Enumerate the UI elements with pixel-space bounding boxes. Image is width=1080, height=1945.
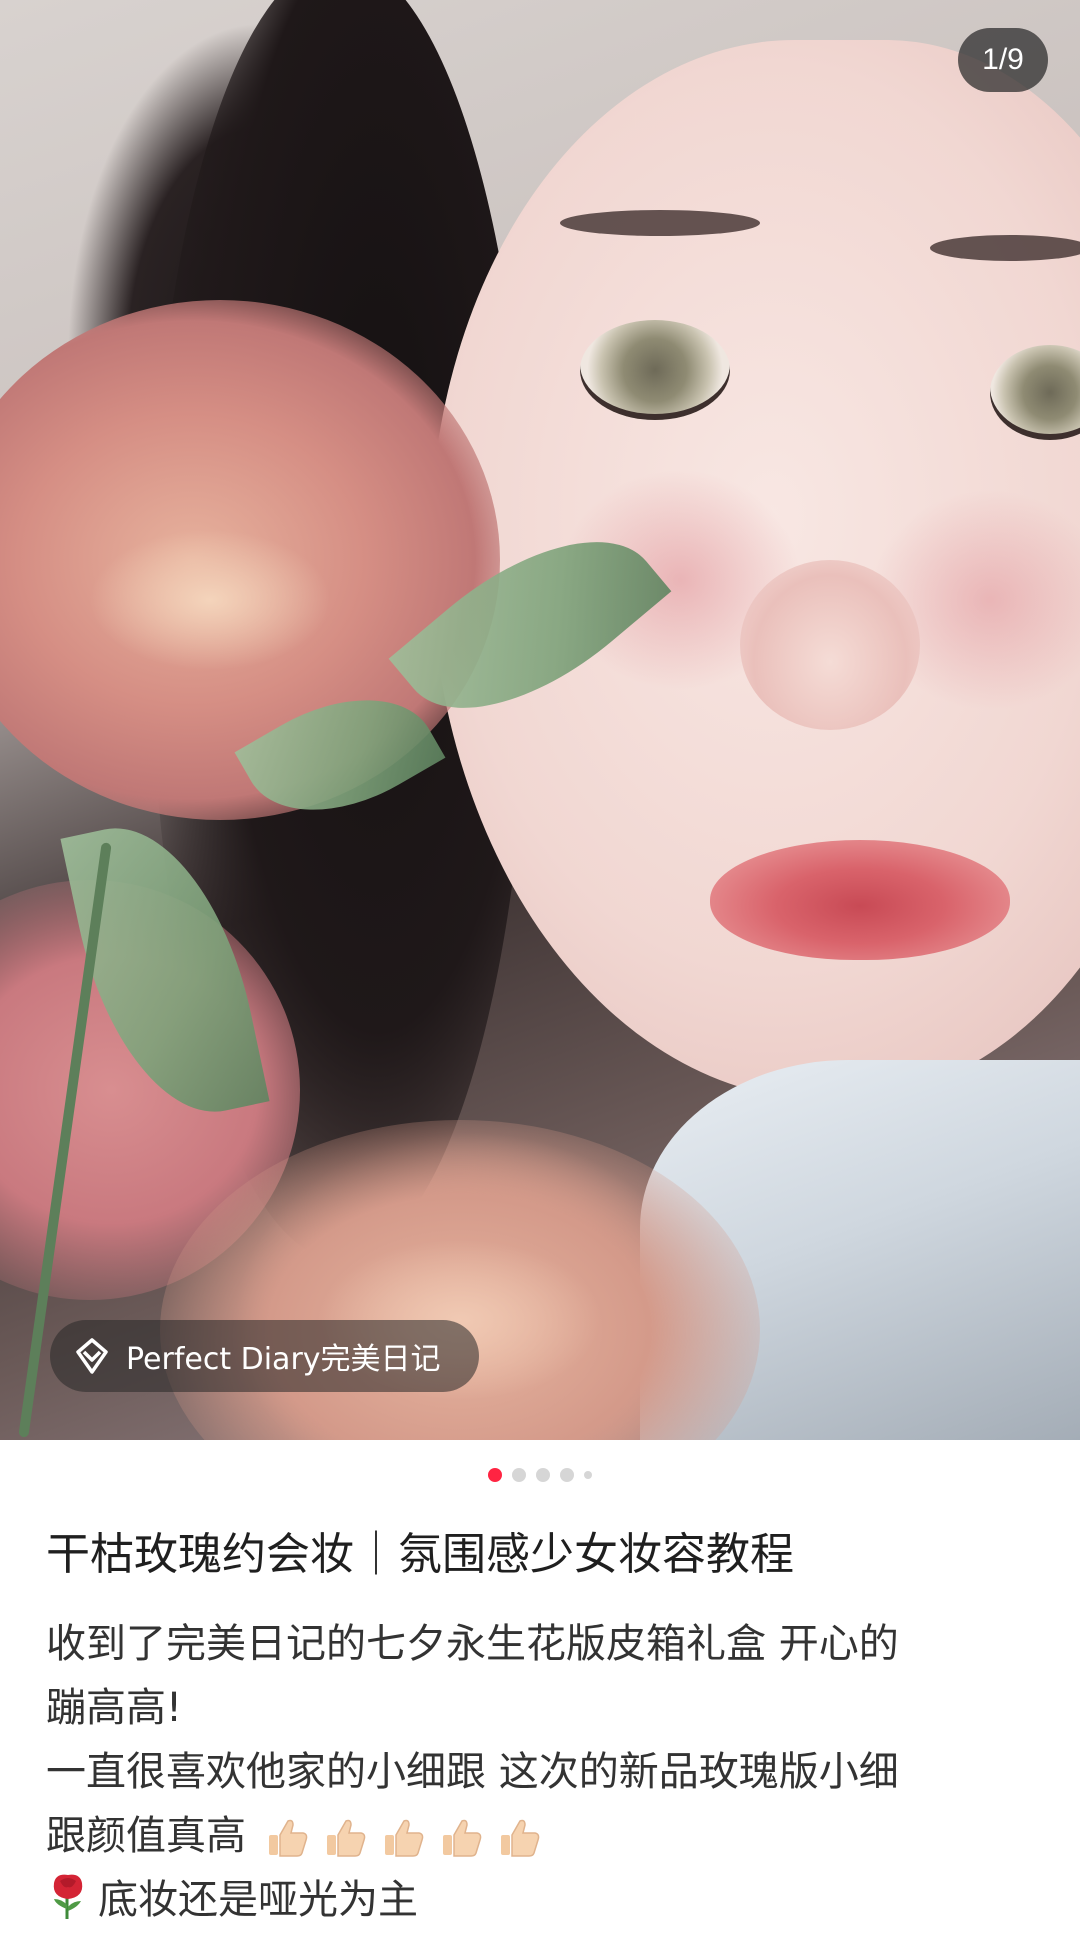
thumbs-up-icon (500, 1819, 540, 1857)
carousel-dot-active[interactable] (488, 1468, 502, 1482)
photo-lips (710, 840, 1010, 960)
post-line-4-row: 跟颜值真高 (46, 1804, 1036, 1868)
rose-icon (53, 1874, 83, 1919)
thumbs-up-icon (442, 1819, 482, 1857)
photo-left-brow (560, 210, 760, 236)
post-line-4: 跟颜值真高 (46, 1813, 246, 1859)
thumbs-up-icon (268, 1819, 308, 1857)
thumbs-up-icon (326, 1819, 366, 1857)
post-title: 干枯玫瑰约会妆｜氛围感少女妆容教程 (46, 1529, 794, 1580)
image-counter: 1/9 (958, 28, 1048, 92)
carousel-dots[interactable] (0, 1468, 1080, 1482)
post-line-1: 收到了完美日记的七夕永生花版皮箱礼盒 开心的 (46, 1621, 899, 1667)
post-line-2: 蹦高高! (46, 1685, 183, 1731)
photo-left-eye (580, 320, 730, 420)
post-line-5-row: 底妆还是哑光为主 (46, 1868, 1036, 1932)
photo-right-brow (930, 235, 1080, 261)
brand-tag[interactable]: Perfect Diary完美日记 (50, 1320, 479, 1392)
thumbs-up-group (263, 1813, 545, 1863)
photo-nose (740, 560, 920, 730)
carousel-dot-small[interactable] (584, 1471, 592, 1479)
post-line-5: 底妆还是哑光为主 (98, 1877, 418, 1923)
post-content: 干枯玫瑰约会妆｜氛围感少女妆容教程 收到了完美日记的七夕永生花版皮箱礼盒 开心的… (46, 1520, 1036, 1932)
brand-tag-icon (76, 1338, 108, 1374)
carousel-dot[interactable] (536, 1468, 550, 1482)
post-image[interactable]: 1/9 Perfect Diary完美日记 (0, 0, 1080, 1440)
thumbs-up-icon (384, 1819, 424, 1857)
carousel-dot[interactable] (560, 1468, 574, 1482)
carousel-dot[interactable] (512, 1468, 526, 1482)
post-line-3: 一直很喜欢他家的小细跟 这次的新品玫瑰版小细 (46, 1749, 899, 1795)
brand-tag-label: Perfect Diary完美日记 (126, 1342, 441, 1377)
post-page: 1/9 Perfect Diary完美日记 干枯玫瑰约会妆｜氛围感少女妆容教程 … (0, 0, 1080, 1945)
